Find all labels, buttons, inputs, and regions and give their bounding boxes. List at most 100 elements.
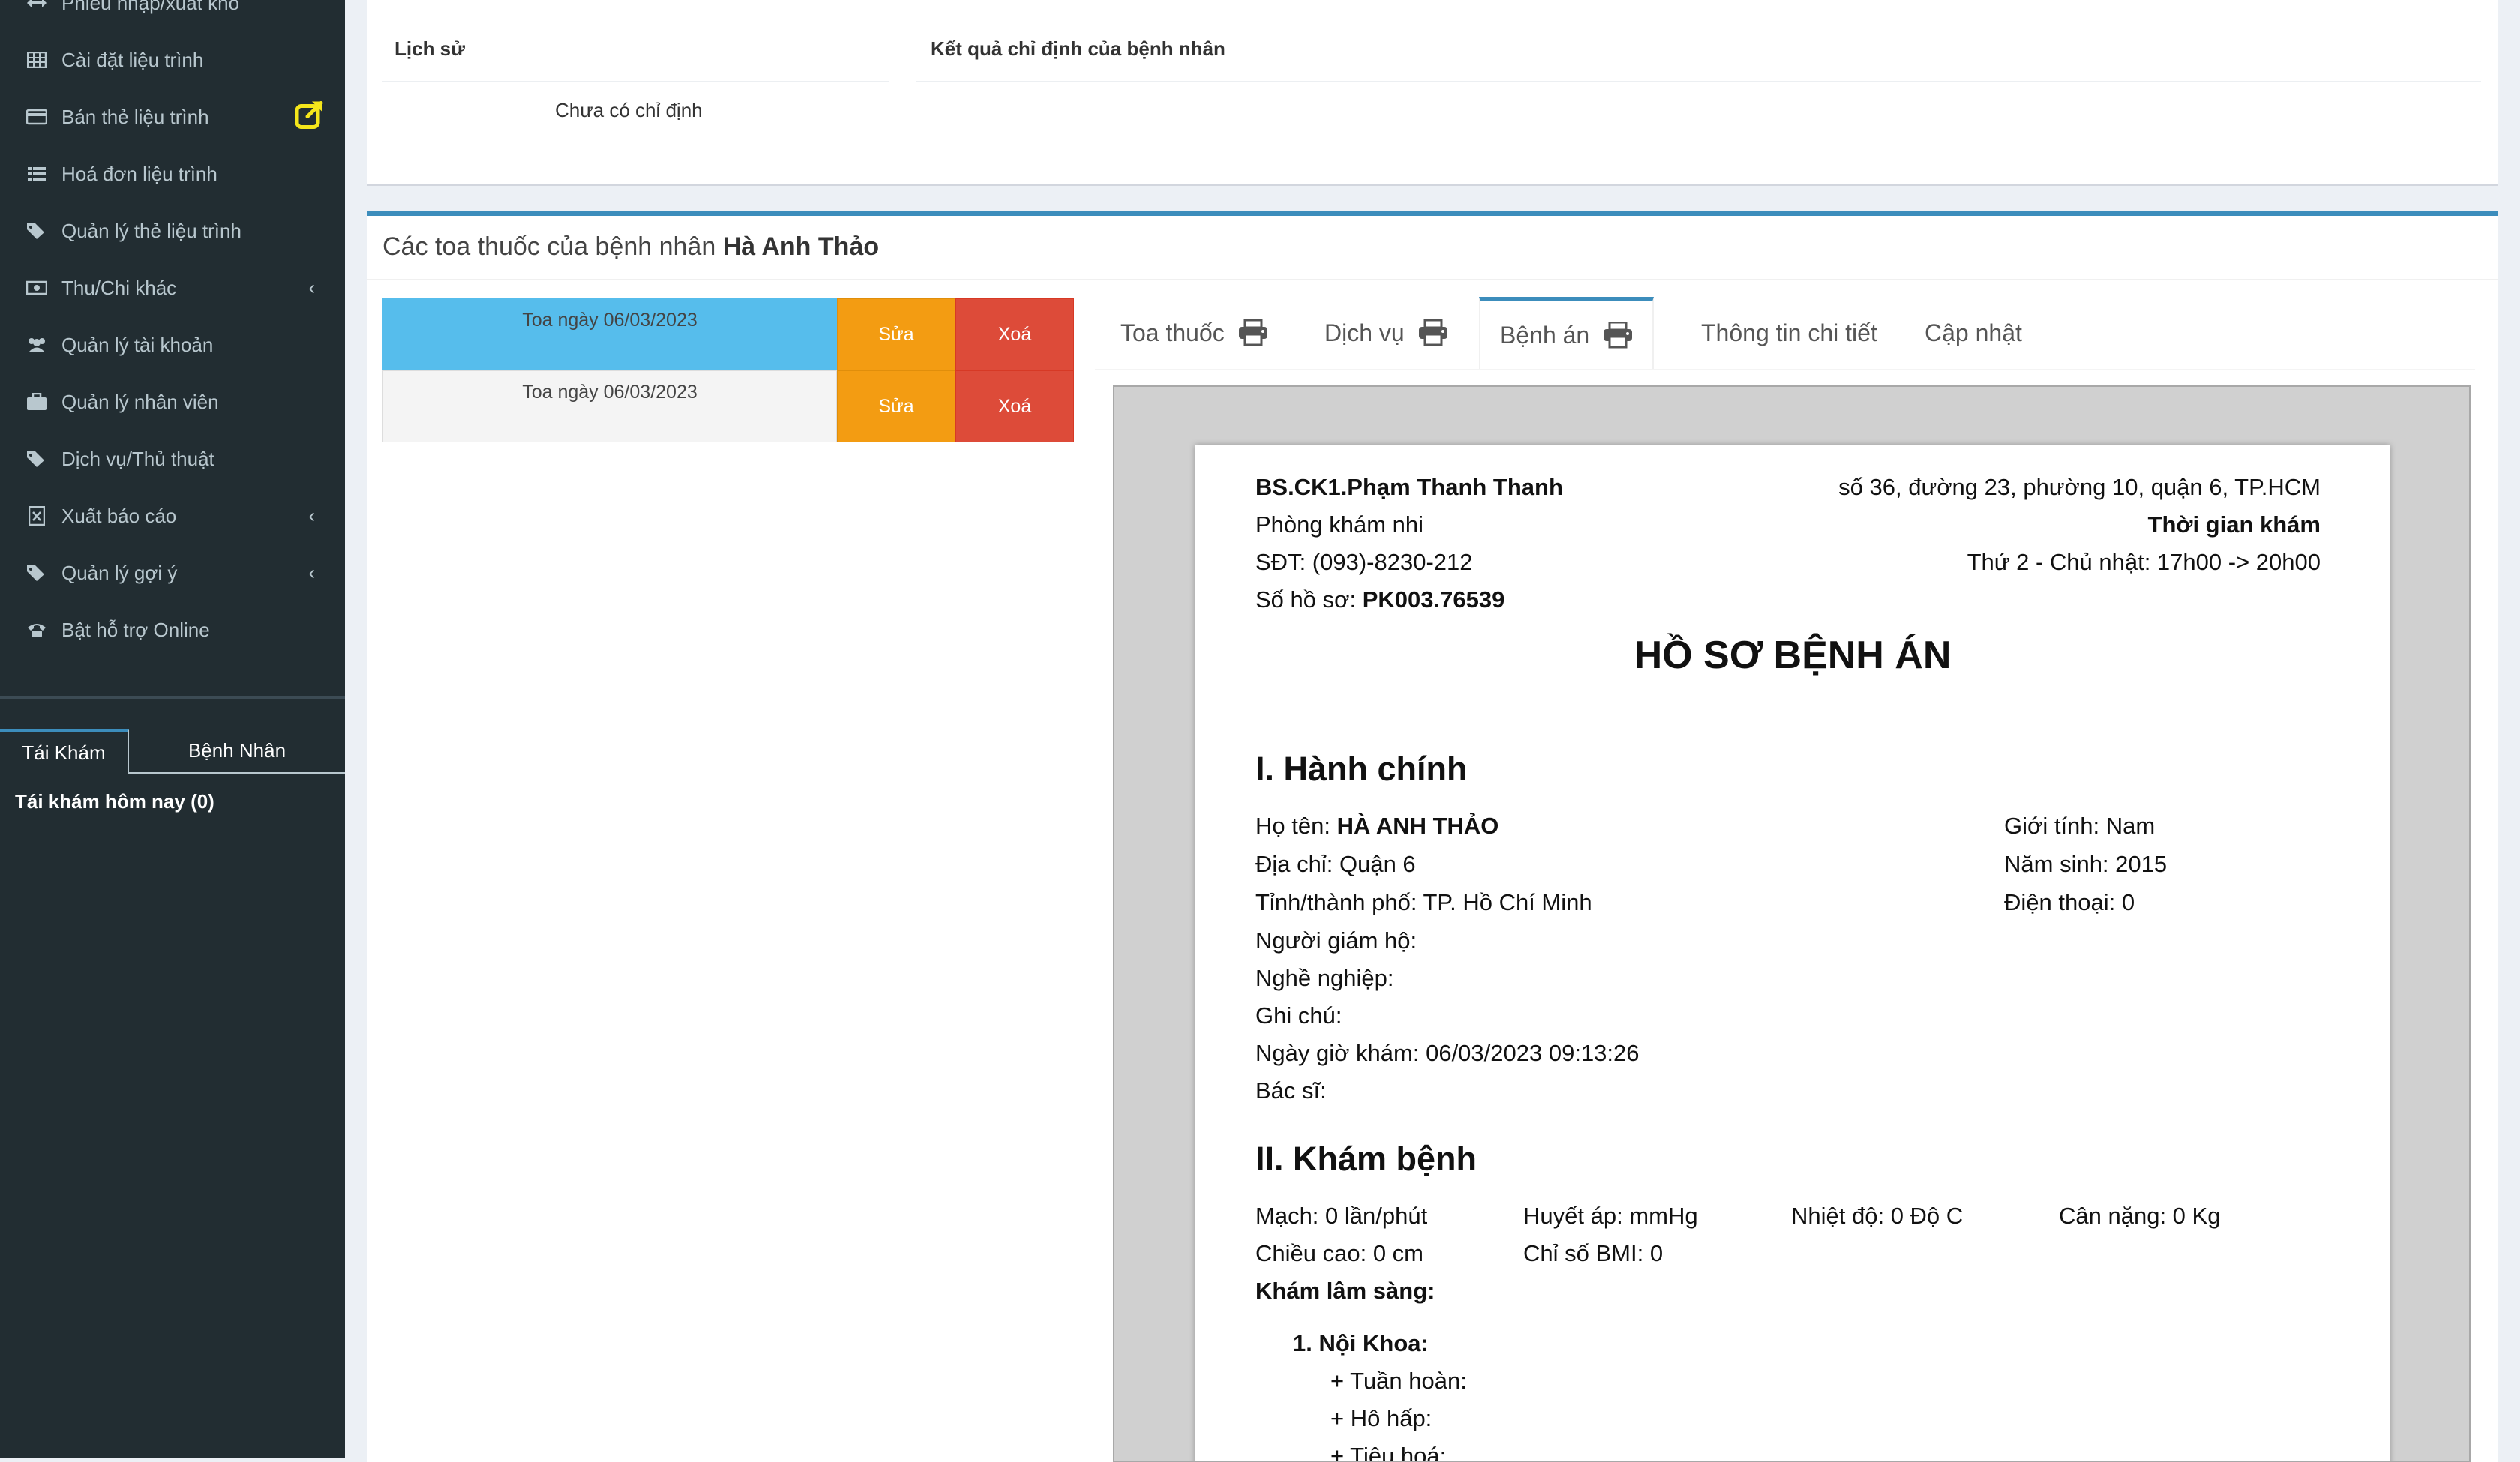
sidebar-item-label: Thu/Chi khác — [62, 276, 177, 299]
tab-patients[interactable]: Bệnh Nhân — [129, 729, 345, 774]
clinic-phone: SĐT: (093)-8230-212 — [1256, 549, 1473, 575]
sidebar-item-label: Quản lý gợi ý — [62, 561, 178, 584]
clinical-exam-label: Khám lâm sàng: — [1256, 1278, 1436, 1304]
print-icon[interactable] — [1603, 322, 1633, 349]
empty-history-text: Chưa có chỉ định — [555, 99, 703, 121]
record-tabs: Toa thuốc Dịch vụ Bệnh án Thông tin chi … — [1095, 297, 2475, 370]
prescription-row: Toa ngày 06/03/2023 Sửa Xoá — [382, 370, 1074, 442]
document-viewer[interactable]: BS.CK1.Phạm Thanh Thanh Phòng khám nhi S… — [1113, 385, 2470, 1462]
arrows-h-icon — [26, 0, 48, 14]
patient-address: Địa chỉ: Quận 6 — [1256, 851, 1416, 877]
prescription-label[interactable]: Toa ngày 06/03/2023 — [382, 298, 837, 370]
tab-services[interactable]: Dịch vụ — [1324, 297, 1448, 369]
sidebar-item-services[interactable]: Dịch vụ/Thủ thuật — [0, 430, 345, 487]
sidebar-item-course-settings[interactable]: Cài đặt liệu trình — [0, 31, 345, 88]
chevron-left-icon: ‹ — [308, 276, 315, 299]
box-title-prefix: Các toa thuốc của bệnh nhân — [382, 232, 716, 261]
sidebar-menu: Phiếu nhập/xuất kho Cài đặt liệu trình B… — [0, 0, 345, 658]
tab-label: Cập nhật — [1924, 319, 2022, 346]
opening-hours: Thứ 2 - Chủ nhật: 17h00 -> 20h00 — [1966, 549, 2320, 575]
sidebar-item-account-management[interactable]: Quản lý tài khoản — [0, 316, 345, 373]
tab-medical-record[interactable]: Bệnh án — [1479, 297, 1654, 369]
edit-button[interactable]: Sửa — [837, 298, 956, 370]
sidebar-divider — [0, 696, 345, 699]
attending-doctor: Bác sĩ: — [1256, 1077, 1327, 1104]
indication-box: Lịch sử Kết quả chỉ định của bệnh nhân C… — [368, 0, 2498, 186]
print-icon[interactable] — [1418, 319, 1448, 346]
sidebar-item-suggestion-management[interactable]: Quản lý gợi ý ‹ — [0, 544, 345, 601]
document-title: HỒ SƠ BỆNH ÁN — [1634, 634, 1952, 677]
sidebar-item-staff-management[interactable]: Quản lý nhân viên — [0, 373, 345, 430]
sidebar-item-label: Hoá đơn liệu trình — [62, 162, 218, 185]
circulation-item: + Tuần hoàn: — [1330, 1368, 1467, 1394]
patient-guardian: Người giám hộ: — [1256, 927, 1418, 954]
re-examination-today-label[interactable]: Tái khám hôm nay (0) — [15, 790, 214, 813]
sidebar: Phiếu nhập/xuất kho Cài đặt liệu trình B… — [0, 0, 345, 1458]
sidebar-item-course-invoice[interactable]: Hoá đơn liệu trình — [0, 145, 345, 202]
tags-icon — [26, 448, 48, 470]
history-header-divider — [382, 81, 890, 82]
sidebar-item-label: Quản lý nhân viên — [62, 390, 219, 413]
edit-button[interactable]: Sửa — [837, 370, 956, 442]
print-icon[interactable] — [1238, 319, 1268, 346]
list-icon — [26, 163, 48, 185]
tab-re-examination[interactable]: Tái Khám — [0, 729, 129, 774]
pulse: Mạch: 0 lần/phút — [1256, 1203, 1428, 1229]
sidebar-item-online-support[interactable]: Bật hỗ trợ Online — [0, 601, 345, 658]
section-exam-heading: II. Khám bệnh — [1256, 1140, 1478, 1178]
patient-note: Ghi chú: — [1256, 1002, 1342, 1029]
sidebar-item-label: Quản lý tài khoản — [62, 333, 214, 356]
sidebar-item-sell-course-card[interactable]: Bán thẻ liệu trình — [0, 88, 345, 145]
patient-gender: Giới tính: Nam — [2004, 813, 2156, 839]
delete-button[interactable]: Xoá — [956, 298, 1074, 370]
credit-card-icon — [26, 106, 48, 128]
respiration-item: + Hô hấp: — [1330, 1405, 1432, 1431]
chevron-left-icon: ‹ — [308, 504, 315, 527]
money-icon — [26, 277, 48, 299]
delete-button[interactable]: Xoá — [956, 370, 1074, 442]
results-header-divider — [916, 81, 2481, 82]
patient-full-name: Họ tên: HÀ ANH THẢO — [1256, 813, 1499, 839]
tab-prescription[interactable]: Toa thuốc — [1120, 297, 1268, 369]
temperature: Nhiệt độ: 0 Độ C — [1791, 1203, 1964, 1229]
blood-pressure: Huyết áp: mmHg — [1523, 1203, 1698, 1229]
sidebar-item-label: Phiếu nhập/xuất kho — [62, 0, 240, 14]
sidebar-item-label: Quản lý thẻ liệu trình — [62, 219, 242, 242]
digestion-item: + Tiêu hoá: — [1330, 1443, 1447, 1462]
tab-label: Toa thuốc — [1120, 319, 1225, 346]
results-column-header: Kết quả chỉ định của bệnh nhân — [931, 37, 1226, 60]
sidebar-item-stock-receipt[interactable]: Phiếu nhập/xuất kho — [0, 0, 345, 31]
tab-details[interactable]: Thông tin chi tiết — [1701, 297, 1877, 369]
weight: Cân nặng: 0 Kg — [2059, 1203, 2221, 1229]
tab-update[interactable]: Cập nhật — [1924, 297, 2022, 369]
box-title-divider — [368, 279, 2498, 280]
tags-icon — [26, 562, 48, 584]
sidebar-tabs: Tái Khám Bệnh Nhân — [0, 729, 345, 774]
sidebar-item-label: Dịch vụ/Thủ thuật — [62, 447, 214, 470]
history-column-header: Lịch sử — [394, 37, 465, 60]
patient-phone: Điện thoại: 0 — [2004, 889, 2135, 915]
chevron-left-icon: ‹ — [308, 561, 315, 584]
users-icon — [26, 334, 48, 356]
external-link-icon[interactable] — [294, 99, 326, 136]
sidebar-item-other-income-expense[interactable]: Thu/Chi khác ‹ — [0, 259, 345, 316]
section-admin-heading: I. Hành chính — [1256, 750, 1468, 788]
height: Chiều cao: 0 cm — [1256, 1240, 1424, 1266]
patient-name: Hà Anh Thảo — [722, 232, 880, 261]
patient-birth-year: Năm sinh: 2015 — [2004, 851, 2168, 877]
patient-job: Nghề nghiệp: — [1256, 965, 1394, 991]
prescriptions-box: Các toa thuốc của bệnh nhân Hà Anh Thảo … — [368, 211, 2498, 1462]
clinic-address: số 36, đường 23, phường 10, quận 6, TP.H… — [1838, 474, 2320, 500]
sidebar-item-label: Bật hỗ trợ Online — [62, 618, 210, 641]
visit-time: Ngày giờ khám: 06/03/2023 09:13:26 — [1256, 1040, 1640, 1066]
phone-icon — [26, 619, 48, 641]
box-title: Các toa thuốc của bệnh nhân Hà Anh Thảo — [382, 232, 879, 262]
tab-label: Thông tin chi tiết — [1701, 319, 1877, 346]
sidebar-item-export-report[interactable]: Xuất báo cáo ‹ — [0, 487, 345, 544]
file-excel-icon — [26, 505, 48, 527]
briefcase-icon — [26, 391, 48, 413]
sidebar-item-label: Cài đặt liệu trình — [62, 48, 204, 71]
tab-label: Bệnh án — [1500, 321, 1590, 349]
sidebar-item-course-card-management[interactable]: Quản lý thẻ liệu trình — [0, 202, 345, 259]
prescription-label[interactable]: Toa ngày 06/03/2023 — [382, 370, 837, 442]
